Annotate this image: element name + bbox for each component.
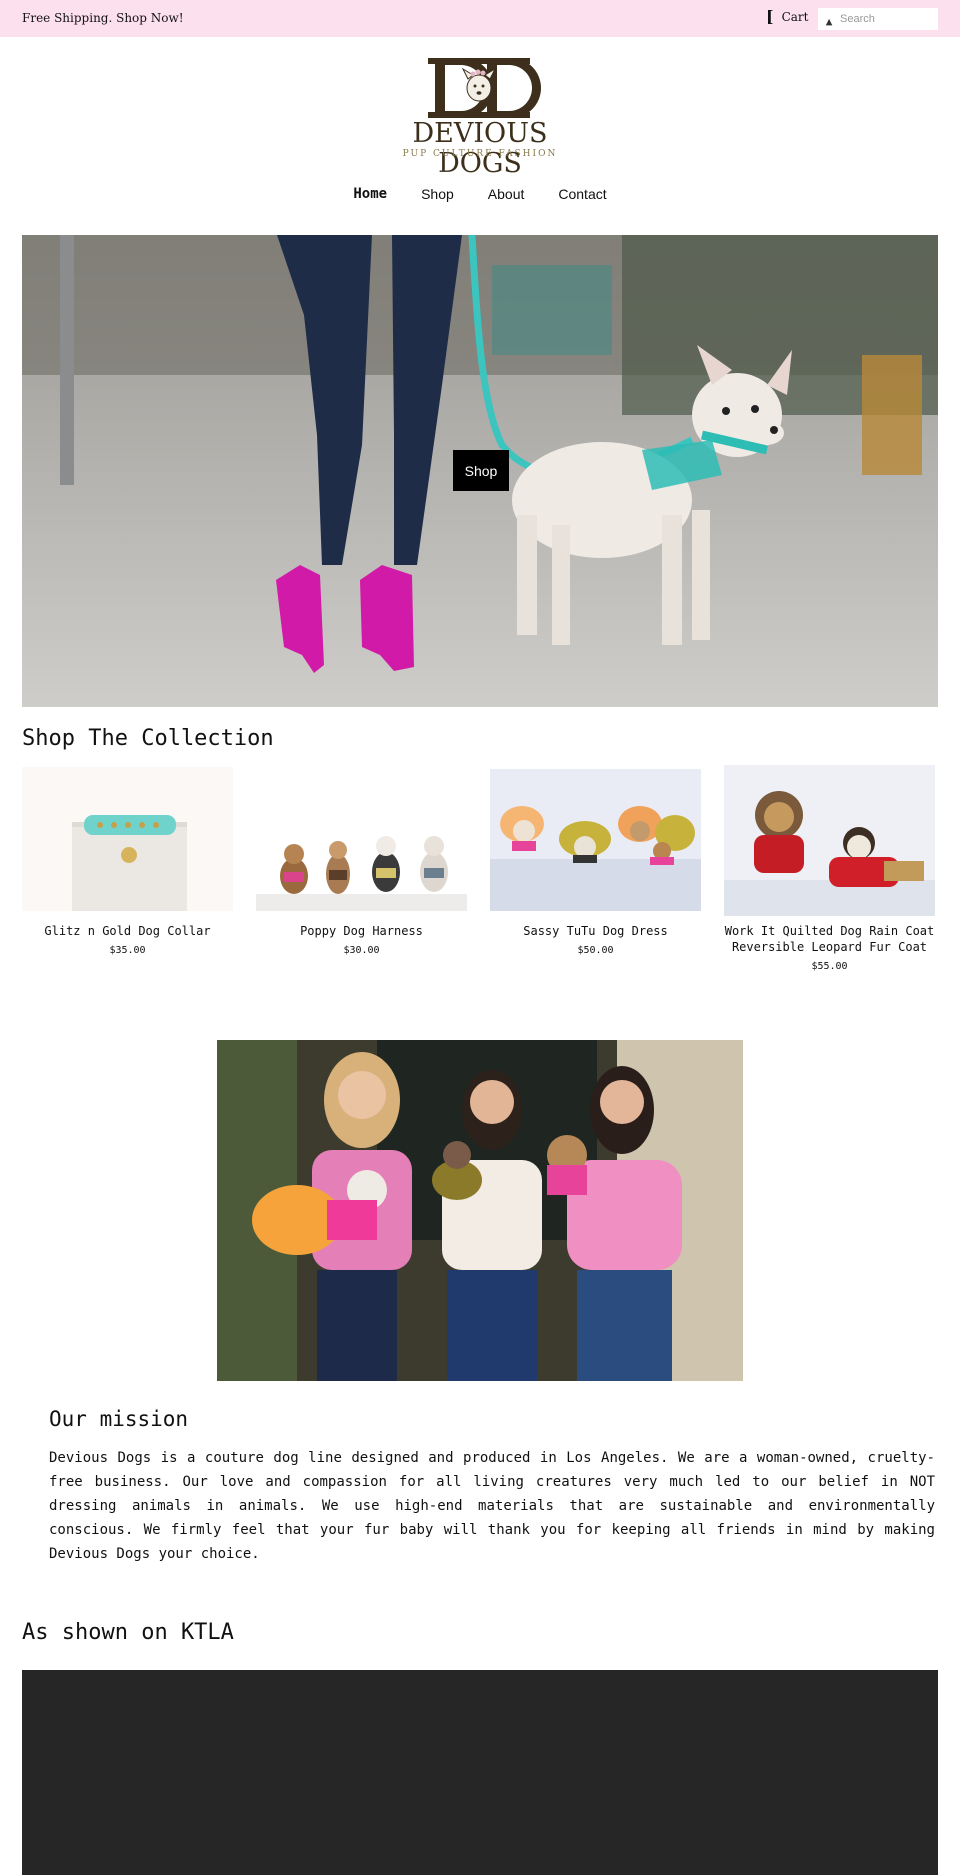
product-name: Sassy TuTu Dog Dress (523, 924, 668, 938)
announcement-link[interactable]: Free Shipping. Shop Now! (22, 11, 184, 25)
collection-title: Shop The Collection (22, 726, 274, 751)
product-image (22, 767, 233, 911)
ktla-title: As shown on KTLA (22, 1620, 234, 1645)
nav-about[interactable]: About (471, 186, 542, 202)
product-price: $35.00 (109, 945, 146, 956)
product-image (724, 765, 935, 916)
hero-shop-button[interactable]: Shop (453, 450, 509, 491)
search-form: ▲ (818, 8, 938, 30)
nav-contact[interactable]: Contact (541, 186, 623, 202)
search-icon[interactable]: ▲ (818, 8, 840, 30)
site-logo[interactable]: DEVIOUS DOGS PUP CULTURE FASHION (375, 55, 585, 179)
product-grid: Glitz n Gold Dog Collar $35.00 Poppy Dog… (22, 764, 938, 984)
product-name: Poppy Dog Harness (300, 924, 423, 938)
mission-title: Our mission (49, 1407, 189, 1431)
product-image (490, 769, 701, 911)
product-name: Work It Quilted Dog Rain Coat Reversible… (724, 924, 935, 954)
mission-text: Devious Dogs is a couture dog line desig… (49, 1450, 935, 1562)
ktla-video-player[interactable] (22, 1670, 938, 1875)
mission-image (217, 1040, 743, 1381)
logo-tagline: PUP CULTURE FASHION (402, 149, 558, 159)
product-name: Glitz n Gold Dog Collar (44, 924, 211, 938)
product-image (256, 794, 467, 911)
cart-link[interactable]: [ Cart (766, 7, 809, 26)
cart-label: Cart (781, 10, 809, 24)
main-nav: Home Shop About Contact (0, 186, 960, 202)
search-input[interactable] (840, 9, 936, 29)
nav-shop[interactable]: Shop (404, 186, 471, 202)
nav-home[interactable]: Home (336, 186, 404, 202)
product-price: $55.00 (811, 961, 848, 972)
cart-icon: [ (766, 7, 774, 26)
product-price: $30.00 (343, 945, 380, 956)
hero-banner: Shop (22, 235, 938, 707)
announcement-bar: Free Shipping. Shop Now! [ Cart ▲ (0, 0, 960, 37)
product-price: $50.00 (577, 945, 614, 956)
